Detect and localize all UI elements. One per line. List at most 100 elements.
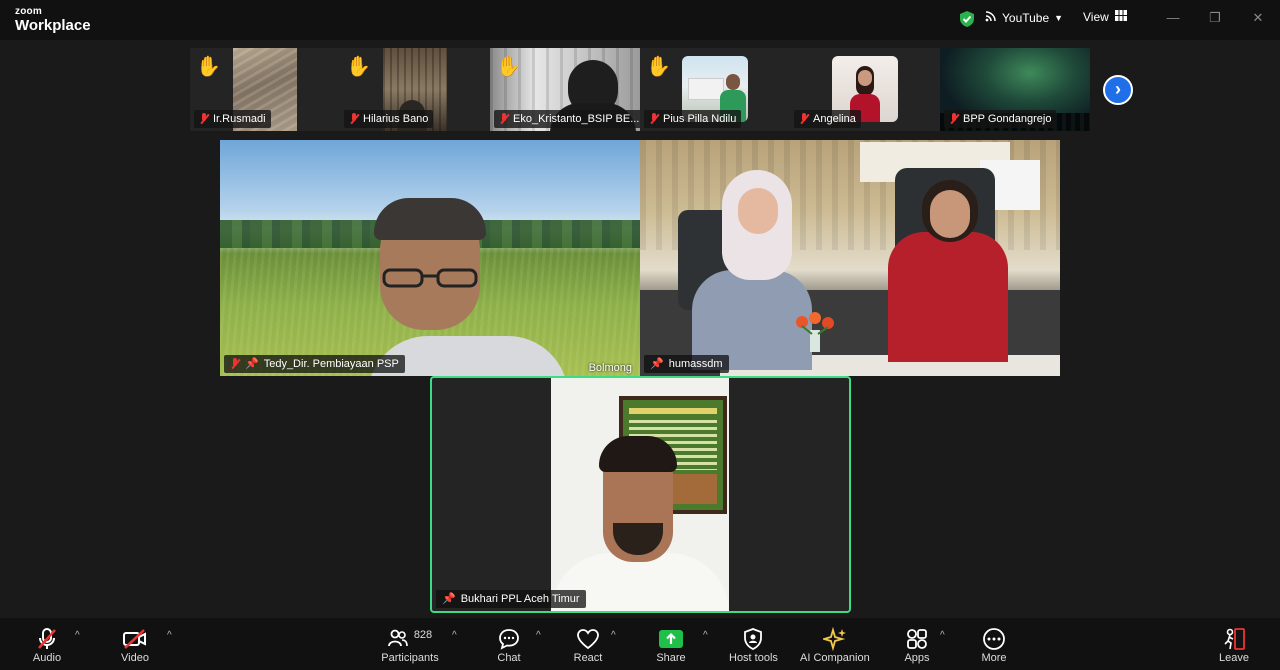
glasses-icon xyxy=(382,268,478,288)
participant-name: Bukhari PPL Aceh Timur xyxy=(460,593,580,605)
more-label: More xyxy=(981,652,1007,664)
pin-icon: 📌 xyxy=(650,358,664,370)
audio-label: Audio xyxy=(32,652,62,664)
apps-icon xyxy=(902,626,932,652)
participant-tile[interactable]: BPP Gondangrejo xyxy=(940,48,1090,131)
participant-name-tag: Pius Pilla Ndilu xyxy=(644,110,742,128)
participant-tile[interactable]: Angelina xyxy=(790,48,940,131)
participants-count: 828 xyxy=(413,629,433,641)
participant-name-tag: BPP Gondangrejo xyxy=(944,110,1057,128)
title-bar: zoom Workplace YouTube ▼ View — ❐ ✕ xyxy=(0,0,1280,40)
video-tile-active-speaker[interactable]: 📌 Bukhari PPL Aceh Timur xyxy=(430,376,851,613)
raised-hand-icon: ✋ xyxy=(646,56,671,78)
audio-button[interactable]: Audio xyxy=(32,626,62,664)
participant-name: Hilarius Bano xyxy=(363,113,429,125)
chat-button[interactable]: Chat xyxy=(494,626,524,664)
sparkle-icon xyxy=(820,626,850,652)
participant-name-tag: 📌 humassdm xyxy=(644,355,729,373)
host-tools-button[interactable]: Host tools xyxy=(729,626,778,664)
participant-name: Angelina xyxy=(813,113,856,125)
video-feed xyxy=(551,378,729,611)
view-label: View xyxy=(1083,10,1109,24)
encryption-shield-icon[interactable] xyxy=(958,10,976,28)
participant-name-tag: Ir.Rusmadi xyxy=(194,110,271,128)
participant-name: Eko_Kristanto_BSIP BE... xyxy=(513,113,640,125)
restore-icon[interactable]: ❐ xyxy=(1208,11,1222,25)
ai-companion-label: AI Companion xyxy=(800,652,870,664)
leave-label: Leave xyxy=(1219,652,1249,664)
participant-name: Pius Pilla Ndilu xyxy=(663,113,737,125)
mic-muted-icon xyxy=(230,358,240,370)
participants-icon xyxy=(387,629,408,650)
share-options-chevron-icon[interactable]: ^ xyxy=(703,630,708,641)
person-hair xyxy=(374,198,486,240)
participant-name-tag: 📌 Tedy_Dir. Pembiayaan PSP xyxy=(224,355,405,373)
person-face xyxy=(930,190,970,238)
video-button[interactable]: Video xyxy=(120,626,150,664)
flower-vase xyxy=(790,312,840,352)
zoom-logo: zoom Workplace xyxy=(15,6,91,34)
ai-companion-button[interactable]: AI Companion xyxy=(800,626,870,664)
participants-options-chevron-icon[interactable]: ^ xyxy=(452,630,457,641)
react-label: React xyxy=(573,652,603,664)
more-dots-icon xyxy=(979,626,1009,652)
participant-name: humassdm xyxy=(668,358,723,370)
next-page-button[interactable]: › xyxy=(1103,75,1133,105)
minimize-icon[interactable]: — xyxy=(1166,11,1180,25)
grid-view-icon xyxy=(1114,10,1127,24)
person-hair xyxy=(599,436,677,472)
chat-options-chevron-icon[interactable]: ^ xyxy=(536,630,541,641)
video-options-chevron-icon[interactable]: ^ xyxy=(167,630,172,641)
more-button[interactable]: More xyxy=(979,626,1009,664)
react-button[interactable]: React xyxy=(573,626,603,664)
raised-hand-icon: ✋ xyxy=(496,56,521,78)
youtube-label: YouTube xyxy=(1002,10,1050,25)
participants-button[interactable]: 828 Participants xyxy=(375,626,445,664)
audio-options-chevron-icon[interactable]: ^ xyxy=(75,630,80,641)
mic-muted-icon xyxy=(349,113,359,125)
chat-icon xyxy=(494,626,524,652)
mic-muted-icon xyxy=(949,113,959,125)
host-tools-label: Host tools xyxy=(729,652,778,664)
chevron-down-icon: ▼ xyxy=(1054,12,1064,23)
participant-name: Tedy_Dir. Pembiayaan PSP xyxy=(263,358,399,370)
participant-name-tag: Hilarius Bano xyxy=(344,110,434,128)
meeting-toolbar: Audio ^ Video ^ 828 Participants ^ Chat … xyxy=(0,618,1280,670)
mic-muted-icon xyxy=(799,113,809,125)
participant-tile[interactable]: ✋ Hilarius Bano xyxy=(340,48,490,131)
video-tile-humassdm[interactable]: 📌 humassdm xyxy=(640,140,1060,376)
mic-muted-icon xyxy=(649,113,659,125)
participant-name-tag: 📌 Bukhari PPL Aceh Timur xyxy=(436,590,586,608)
share-screen-icon xyxy=(656,626,686,652)
apps-options-chevron-icon[interactable]: ^ xyxy=(940,630,945,641)
close-icon[interactable]: ✕ xyxy=(1251,11,1265,25)
view-menu[interactable]: View xyxy=(1083,10,1127,24)
video-label: Video xyxy=(121,652,149,664)
logo-zoom-text: zoom xyxy=(15,6,42,17)
raised-hand-icon: ✋ xyxy=(346,56,371,78)
participant-tile[interactable]: ✋ Eko_Kristanto_BSIP BE... xyxy=(490,48,640,131)
apps-label: Apps xyxy=(904,652,930,664)
leave-button[interactable]: Leave xyxy=(1219,626,1249,664)
mic-muted-icon xyxy=(499,113,509,125)
camera-off-icon xyxy=(120,626,150,652)
participants-label: Participants xyxy=(381,652,439,664)
pin-icon: 📌 xyxy=(245,358,259,370)
apps-button[interactable]: Apps xyxy=(902,626,932,664)
share-label: Share xyxy=(656,652,686,664)
youtube-live-menu[interactable]: YouTube ▼ xyxy=(985,10,1063,25)
video-tile-tedy[interactable]: Bolmong 📌 Tedy_Dir. Pembiayaan PSP xyxy=(220,140,640,376)
raised-hand-icon: ✋ xyxy=(196,56,221,78)
participant-name: Ir.Rusmadi xyxy=(213,113,266,125)
participant-tile[interactable]: ✋ Pius Pilla Ndilu xyxy=(640,48,790,131)
person-body xyxy=(888,232,1008,362)
participant-tile[interactable]: ✋ Ir.Rusmadi xyxy=(190,48,340,131)
shield-icon xyxy=(738,626,768,652)
react-options-chevron-icon[interactable]: ^ xyxy=(611,630,616,641)
mic-muted-icon xyxy=(199,113,209,125)
pin-icon: 📌 xyxy=(442,593,456,605)
participant-name: BPP Gondangrejo xyxy=(963,113,1052,125)
participant-strip: ✋ Ir.Rusmadi ✋ Hilarius Bano ✋ Eko_Krist… xyxy=(190,48,1090,131)
share-button[interactable]: Share xyxy=(656,626,686,664)
participant-name-tag: Eko_Kristanto_BSIP BE... xyxy=(494,110,640,128)
